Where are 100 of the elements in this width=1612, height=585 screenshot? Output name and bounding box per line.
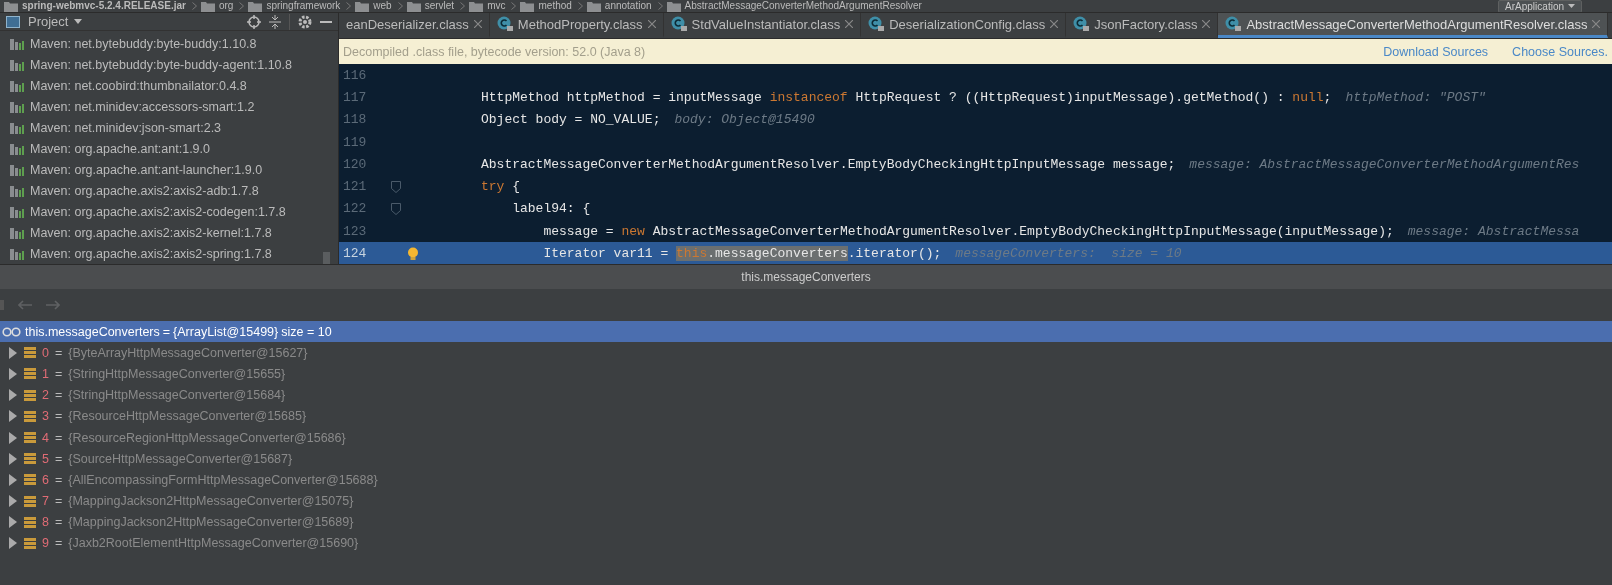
breadcrumb-item[interactable]: springframework — [266, 0, 341, 12]
collapse-icon[interactable] — [269, 14, 281, 29]
chevron-icon — [191, 2, 197, 10]
list-icon — [24, 432, 36, 444]
editor-tab[interactable]: eanDeserializer.class — [339, 13, 490, 38]
link[interactable]: Download Sources — [1383, 44, 1489, 59]
settings-icon[interactable] — [298, 14, 312, 29]
variable-row[interactable]: 5 = {SourceHttpMessageConverter@15687} — [0, 448, 1612, 470]
line-number: 121 — [342, 179, 368, 195]
library-item[interactable]: Maven: net.minidev:accessors-smart:1.2 — [10, 96, 338, 117]
expand-icon[interactable] — [8, 452, 18, 465]
library-icon — [10, 205, 26, 218]
breadcrumb-item[interactable]: web — [373, 0, 392, 12]
code-text: try — [481, 179, 505, 195]
editor-tab[interactable]: MethodProperty.class — [489, 13, 664, 38]
expand-icon[interactable] — [8, 389, 18, 402]
breadcrumb-item[interactable]: servlet — [424, 0, 455, 12]
element-value: {StringHttpMessageConverter@15655} — [68, 366, 286, 381]
expand-icon[interactable] — [8, 431, 18, 444]
scrollbar-thumb[interactable] — [323, 252, 330, 264]
inline-value-hint: httpMethod: "POST" — [1345, 89, 1486, 105]
popup-title: this.messageConverters — [741, 270, 871, 284]
code-text: null — [1292, 89, 1324, 105]
chevron-icon — [657, 2, 663, 10]
editor-tab[interactable]: AbstractMessageConverterMethodArgumentResolver.class — [1218, 13, 1609, 38]
library-item[interactable]: Maven: org.apache.axis2:axis2-adb:1.7.8 — [10, 180, 338, 201]
breadcrumb-item[interactable]: mvc — [487, 0, 506, 12]
run-config-dropdown[interactable]: ArApplication — [1498, 0, 1582, 12]
breadcrumb-item[interactable]: AbstractMessageConverterMethodArgumentResolver — [684, 0, 922, 12]
library-item[interactable]: Maven: org.apache.axis2:axis2-kernel:1.7.8 — [10, 222, 338, 243]
fold-icon[interactable] — [391, 180, 401, 193]
expand-icon[interactable] — [8, 537, 18, 550]
watch-icon — [2, 326, 22, 337]
size-label: size = 10 — [281, 324, 332, 339]
variable-row[interactable]: 3 = {ResourceHttpMessageConverter@15685} — [0, 405, 1612, 427]
breadcrumb-item[interactable]: org — [218, 0, 234, 12]
crosshair-icon[interactable] — [247, 14, 261, 29]
variable-row[interactable]: 8 = {MappingJackson2HttpMessageConverter@15689} — [0, 511, 1612, 533]
equals-sign: = — [54, 409, 63, 424]
expand-icon[interactable] — [8, 410, 18, 423]
code-text: label94: { — [511, 201, 591, 217]
list-icon — [24, 389, 36, 401]
breadcrumb-item[interactable]: annotation — [604, 0, 652, 12]
library-item[interactable]: Maven: org.apache.ant:ant:1.9.0 — [10, 138, 338, 159]
close-icon — [1592, 20, 1601, 28]
chevron-icon — [577, 2, 583, 10]
line-number: 119 — [342, 134, 368, 150]
library-icon — [10, 100, 26, 113]
library-item[interactable]: Maven: net.coobird:thumbnailator:0.4.8 — [10, 75, 338, 96]
variable-row[interactable]: 4 = {ResourceRegionHttpMessageConverter@15686} — [0, 426, 1612, 449]
editor-tab[interactable]: StdValueInstantiator.class — [663, 13, 862, 38]
expand-icon[interactable] — [8, 495, 18, 508]
bulb-icon[interactable] — [407, 246, 419, 261]
equals-sign: = — [54, 515, 63, 530]
variable-row[interactable]: 2 = {StringHttpMessageConverter@15684} — [0, 384, 1612, 406]
expand-icon[interactable] — [8, 473, 18, 486]
line-number: 122 — [342, 201, 368, 217]
watch-row[interactable]: this.messageConverters = {ArrayList@15499} size = 10 — [0, 321, 1612, 343]
breadcrumb-item[interactable]: spring-webmvc-5.2.4.RELEASE.jar — [22, 0, 186, 12]
code-text: this — [676, 246, 708, 261]
inline-value-hint: message: AbstractMessageConverterMethodArgumentRes — [1189, 156, 1580, 172]
element-value: {ResourceHttpMessageConverter@15685} — [68, 409, 307, 424]
editor-tab[interactable]: DeserializationConfig.class — [861, 13, 1067, 38]
library-item[interactable]: Maven: org.apache.axis2:axis2-codegen:1.7.8 — [10, 201, 338, 222]
close-icon — [1050, 20, 1059, 28]
library-item[interactable]: Maven: net.bytebuddy:byte-buddy:1.10.8 — [10, 33, 338, 54]
list-icon — [24, 368, 36, 380]
list-icon — [24, 516, 36, 528]
class-icon — [1225, 16, 1242, 32]
equals-sign: = — [54, 430, 63, 445]
close-icon — [1202, 20, 1211, 28]
expand-icon[interactable] — [8, 346, 18, 359]
breadcrumb-item[interactable]: method — [538, 0, 572, 12]
library-item[interactable]: Maven: net.minidev:json-smart:2.3 — [10, 117, 338, 138]
library-item[interactable]: Maven: org.apache.axis2:axis2-spring:1.7.8 — [10, 243, 338, 264]
variable-row[interactable]: 7 = {MappingJackson2HttpMessageConverter@15075} — [0, 490, 1612, 512]
element-index: 2 — [42, 388, 49, 403]
element-index: 5 — [42, 451, 49, 466]
expand-icon[interactable] — [8, 516, 18, 529]
variable-row[interactable]: 9 = {Jaxb2RootElementHttpMessageConverter@15690} — [0, 532, 1612, 555]
fold-icon[interactable] — [391, 202, 401, 215]
chevron-icon — [511, 2, 517, 10]
variable-row[interactable]: 0 = {ByteArrayHttpMessageConverter@15627} — [0, 342, 1612, 364]
library-item[interactable]: Maven: org.apache.ant:ant-launcher:1.9.0 — [10, 159, 338, 180]
expand-icon[interactable] — [8, 367, 18, 380]
line-number: 116 — [342, 67, 368, 83]
line-number: 118 — [342, 112, 368, 128]
list-icon — [24, 495, 36, 507]
minimize-icon[interactable] — [320, 20, 332, 23]
element-value: {ByteArrayHttpMessageConverter@15627} — [68, 345, 308, 360]
project-view-dropdown[interactable]: Project — [28, 14, 83, 29]
equals-sign: = — [54, 345, 63, 360]
library-icon — [10, 121, 26, 134]
link[interactable]: Choose Sources. — [1512, 44, 1608, 59]
inline-value-hint: messageConverters: size = 10 — [955, 246, 1182, 261]
element-index: 1 — [42, 366, 49, 381]
variable-row[interactable]: 6 = {AllEncompassingFormHttpMessageConverter@15688} — [0, 469, 1612, 491]
line-number: 123 — [342, 223, 368, 239]
variable-row[interactable]: 1 = {StringHttpMessageConverter@15655} — [0, 363, 1612, 385]
library-item[interactable]: Maven: net.bytebuddy:byte-buddy-agent:1.10.8 — [10, 54, 338, 75]
